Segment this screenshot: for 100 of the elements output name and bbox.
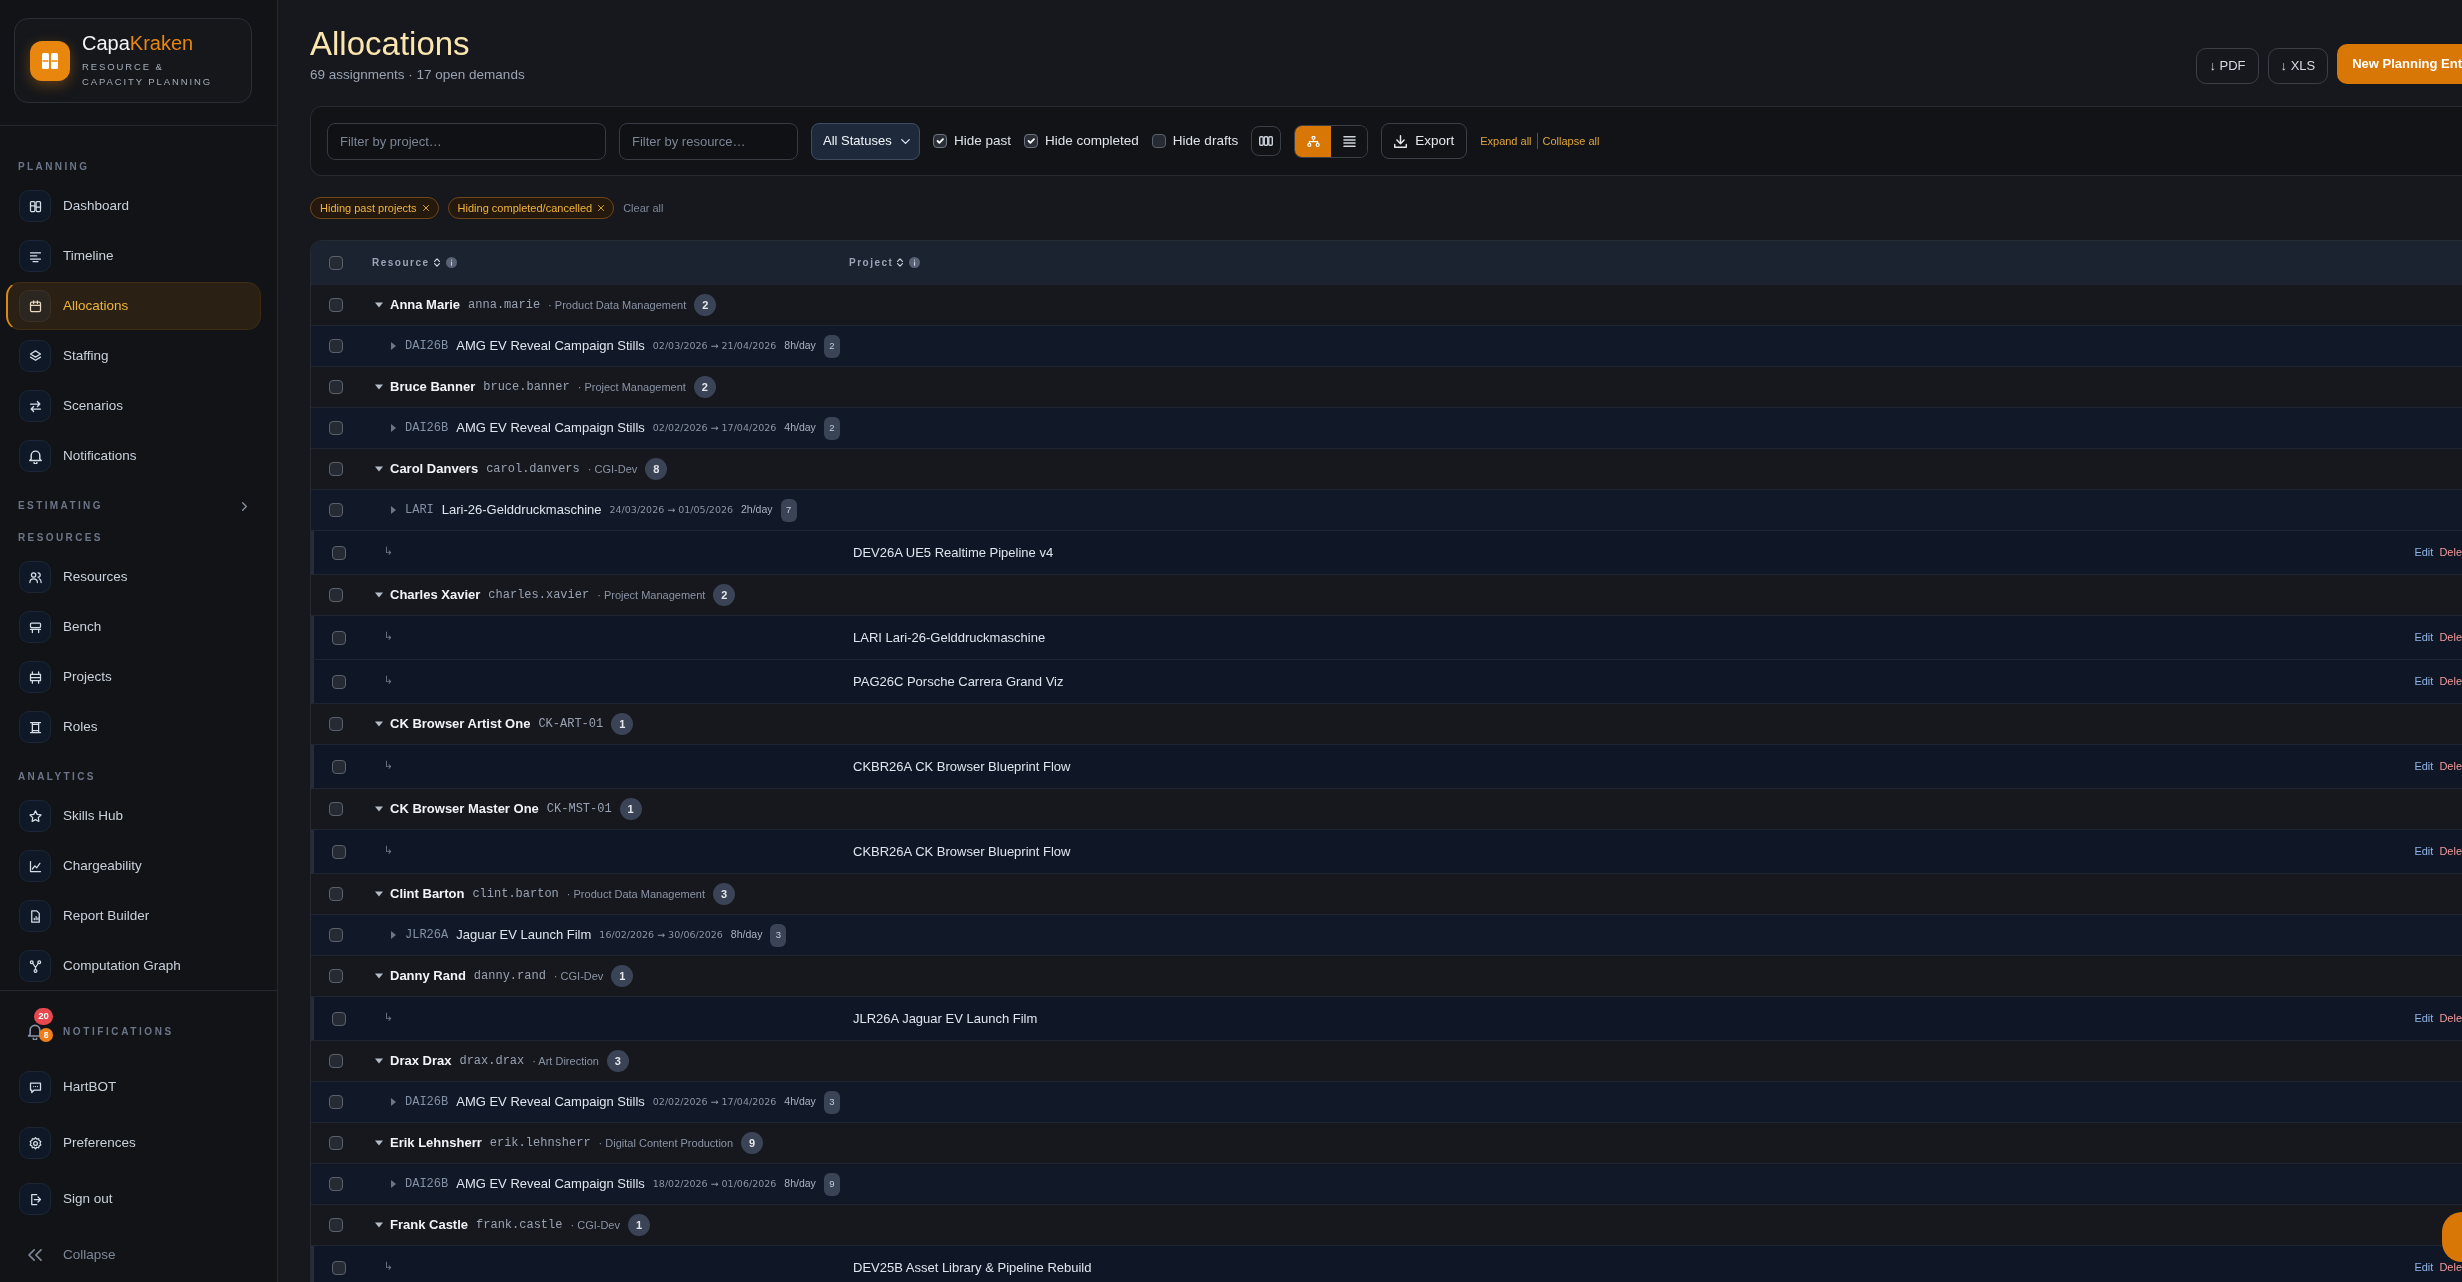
row-checkbox[interactable] <box>332 759 346 774</box>
row-checkbox[interactable] <box>329 1177 343 1191</box>
caret-right-icon[interactable] <box>391 1098 396 1106</box>
row-checkbox[interactable] <box>329 969 343 983</box>
delete-link[interactable]: Dele <box>2439 843 2462 860</box>
status-select[interactable]: All Statuses <box>811 122 920 160</box>
nav-item[interactable]: Bench <box>6 603 261 651</box>
caret-down-icon[interactable] <box>375 466 383 472</box>
row-checkbox[interactable] <box>329 802 343 816</box>
row-checkbox[interactable] <box>329 339 343 353</box>
chevron-right-icon[interactable] <box>242 501 247 511</box>
resource-filter-field[interactable]: Filter by resource… <box>619 122 798 160</box>
expand-all-link[interactable]: Expand all <box>1480 132 1532 150</box>
filter-checkbox[interactable] <box>1151 134 1166 148</box>
checkbox-label[interactable]: Hide past <box>954 130 1012 152</box>
caret-down-icon[interactable] <box>375 891 383 897</box>
row-checkbox[interactable] <box>329 928 343 942</box>
edit-link[interactable]: Edit <box>2414 1010 2434 1027</box>
nav-item[interactable]: Notifications <box>6 432 261 480</box>
row-checkbox[interactable] <box>329 503 343 517</box>
column-header[interactable]: Project <box>849 255 894 270</box>
row-checkbox[interactable] <box>329 380 343 394</box>
sort-icon[interactable] <box>433 258 440 267</box>
filter-checkbox[interactable] <box>1024 134 1039 148</box>
nav-item[interactable]: Preferences <box>6 1119 261 1167</box>
caret-down-icon[interactable] <box>375 721 383 727</box>
row-checkbox[interactable] <box>332 1011 346 1026</box>
edit-link[interactable]: Edit <box>2414 544 2434 561</box>
delete-link[interactable]: Dele <box>2439 758 2462 775</box>
caret-right-icon[interactable] <box>391 342 396 350</box>
edit-link[interactable]: Edit <box>2414 673 2434 690</box>
edit-link[interactable]: Edit <box>2414 758 2434 775</box>
caret-right-icon[interactable] <box>391 424 396 432</box>
sort-icon[interactable] <box>897 258 904 267</box>
nav-item[interactable]: Allocations <box>6 282 261 330</box>
delete-link[interactable]: Dele <box>2439 629 2462 646</box>
download-button[interactable]: ↓ XLS <box>2267 48 2329 84</box>
nav-item[interactable]: Dashboard <box>6 182 261 230</box>
notifications-label[interactable]: NOTIFICATIONS <box>63 1023 174 1039</box>
row-checkbox[interactable] <box>329 298 343 312</box>
clear-all-link[interactable]: Clear all <box>623 199 664 217</box>
row-checkbox[interactable] <box>329 1054 343 1068</box>
collapse-all-link[interactable]: Collapse all <box>1542 132 1600 150</box>
column-header[interactable]: Resource <box>372 255 430 270</box>
caret-down-icon[interactable] <box>375 302 383 308</box>
info-icon[interactable] <box>445 257 457 268</box>
row-checkbox[interactable] <box>329 1218 343 1232</box>
caret-right-icon[interactable] <box>391 931 396 939</box>
caret-right-icon[interactable] <box>391 1180 396 1188</box>
nav-item[interactable]: Timeline <box>6 232 261 280</box>
caret-down-icon[interactable] <box>375 1222 383 1228</box>
edit-link[interactable]: Edit <box>2414 629 2434 646</box>
row-checkbox[interactable] <box>329 462 343 476</box>
info-icon[interactable] <box>909 257 921 268</box>
nav-item[interactable]: Computation Graph <box>6 942 261 990</box>
checkbox-label[interactable]: Hide completed <box>1045 130 1139 152</box>
row-checkbox[interactable] <box>332 1260 346 1275</box>
row-checkbox[interactable] <box>332 844 346 859</box>
row-checkbox[interactable] <box>329 1095 343 1109</box>
row-checkbox[interactable] <box>329 1136 343 1150</box>
collapse-button[interactable]: Collapse <box>6 1231 261 1279</box>
delete-link[interactable]: Dele <box>2439 544 2462 561</box>
caret-down-icon[interactable] <box>375 973 383 979</box>
row-checkbox[interactable] <box>329 421 343 435</box>
checkbox-label[interactable]: Hide drafts <box>1172 130 1239 152</box>
view-mode-button[interactable] <box>1295 125 1332 157</box>
columns-button[interactable] <box>1251 126 1282 156</box>
filter-chip[interactable]: Hiding past projects <box>310 197 439 219</box>
nav-item[interactable]: Scenarios <box>6 382 261 430</box>
caret-right-icon[interactable] <box>391 506 396 514</box>
row-checkbox[interactable] <box>329 887 343 901</box>
caret-down-icon[interactable] <box>375 384 383 390</box>
row-checkbox[interactable] <box>332 630 346 645</box>
caret-down-icon[interactable] <box>375 1058 383 1064</box>
close-icon[interactable] <box>422 205 429 211</box>
project-filter-field[interactable]: Filter by project… <box>327 122 606 160</box>
nav-item[interactable]: Chargeability <box>6 842 261 890</box>
row-checkbox[interactable] <box>332 674 346 689</box>
nav-item[interactable]: HartBOT <box>6 1063 261 1111</box>
nav-item[interactable]: Skills Hub <box>6 792 261 840</box>
filter-checkbox[interactable] <box>933 134 947 148</box>
nav-item[interactable]: Sign out <box>6 1175 261 1223</box>
edit-link[interactable]: Edit <box>2414 843 2434 860</box>
edit-link[interactable]: Edit <box>2414 1259 2434 1276</box>
nav-item[interactable]: Roles <box>6 703 261 751</box>
filter-chip[interactable]: Hiding completed/cancelled <box>447 197 615 219</box>
caret-down-icon[interactable] <box>375 806 383 812</box>
delete-link[interactable]: Dele <box>2439 673 2462 690</box>
bell-icon[interactable] <box>27 1022 43 1040</box>
nav-item[interactable]: Staffing <box>6 332 261 380</box>
row-checkbox[interactable] <box>329 588 343 602</box>
nav-item[interactable]: Report Builder <box>6 892 261 940</box>
nav-item[interactable]: Resources <box>6 553 261 601</box>
close-icon[interactable] <box>598 205 605 211</box>
nav-item[interactable]: Projects <box>6 653 261 701</box>
select-all-checkbox[interactable] <box>329 255 343 270</box>
delete-link[interactable]: Dele <box>2439 1010 2462 1027</box>
caret-down-icon[interactable] <box>375 1140 383 1146</box>
download-button[interactable]: ↓ PDF <box>2196 48 2259 84</box>
caret-down-icon[interactable] <box>375 592 383 598</box>
